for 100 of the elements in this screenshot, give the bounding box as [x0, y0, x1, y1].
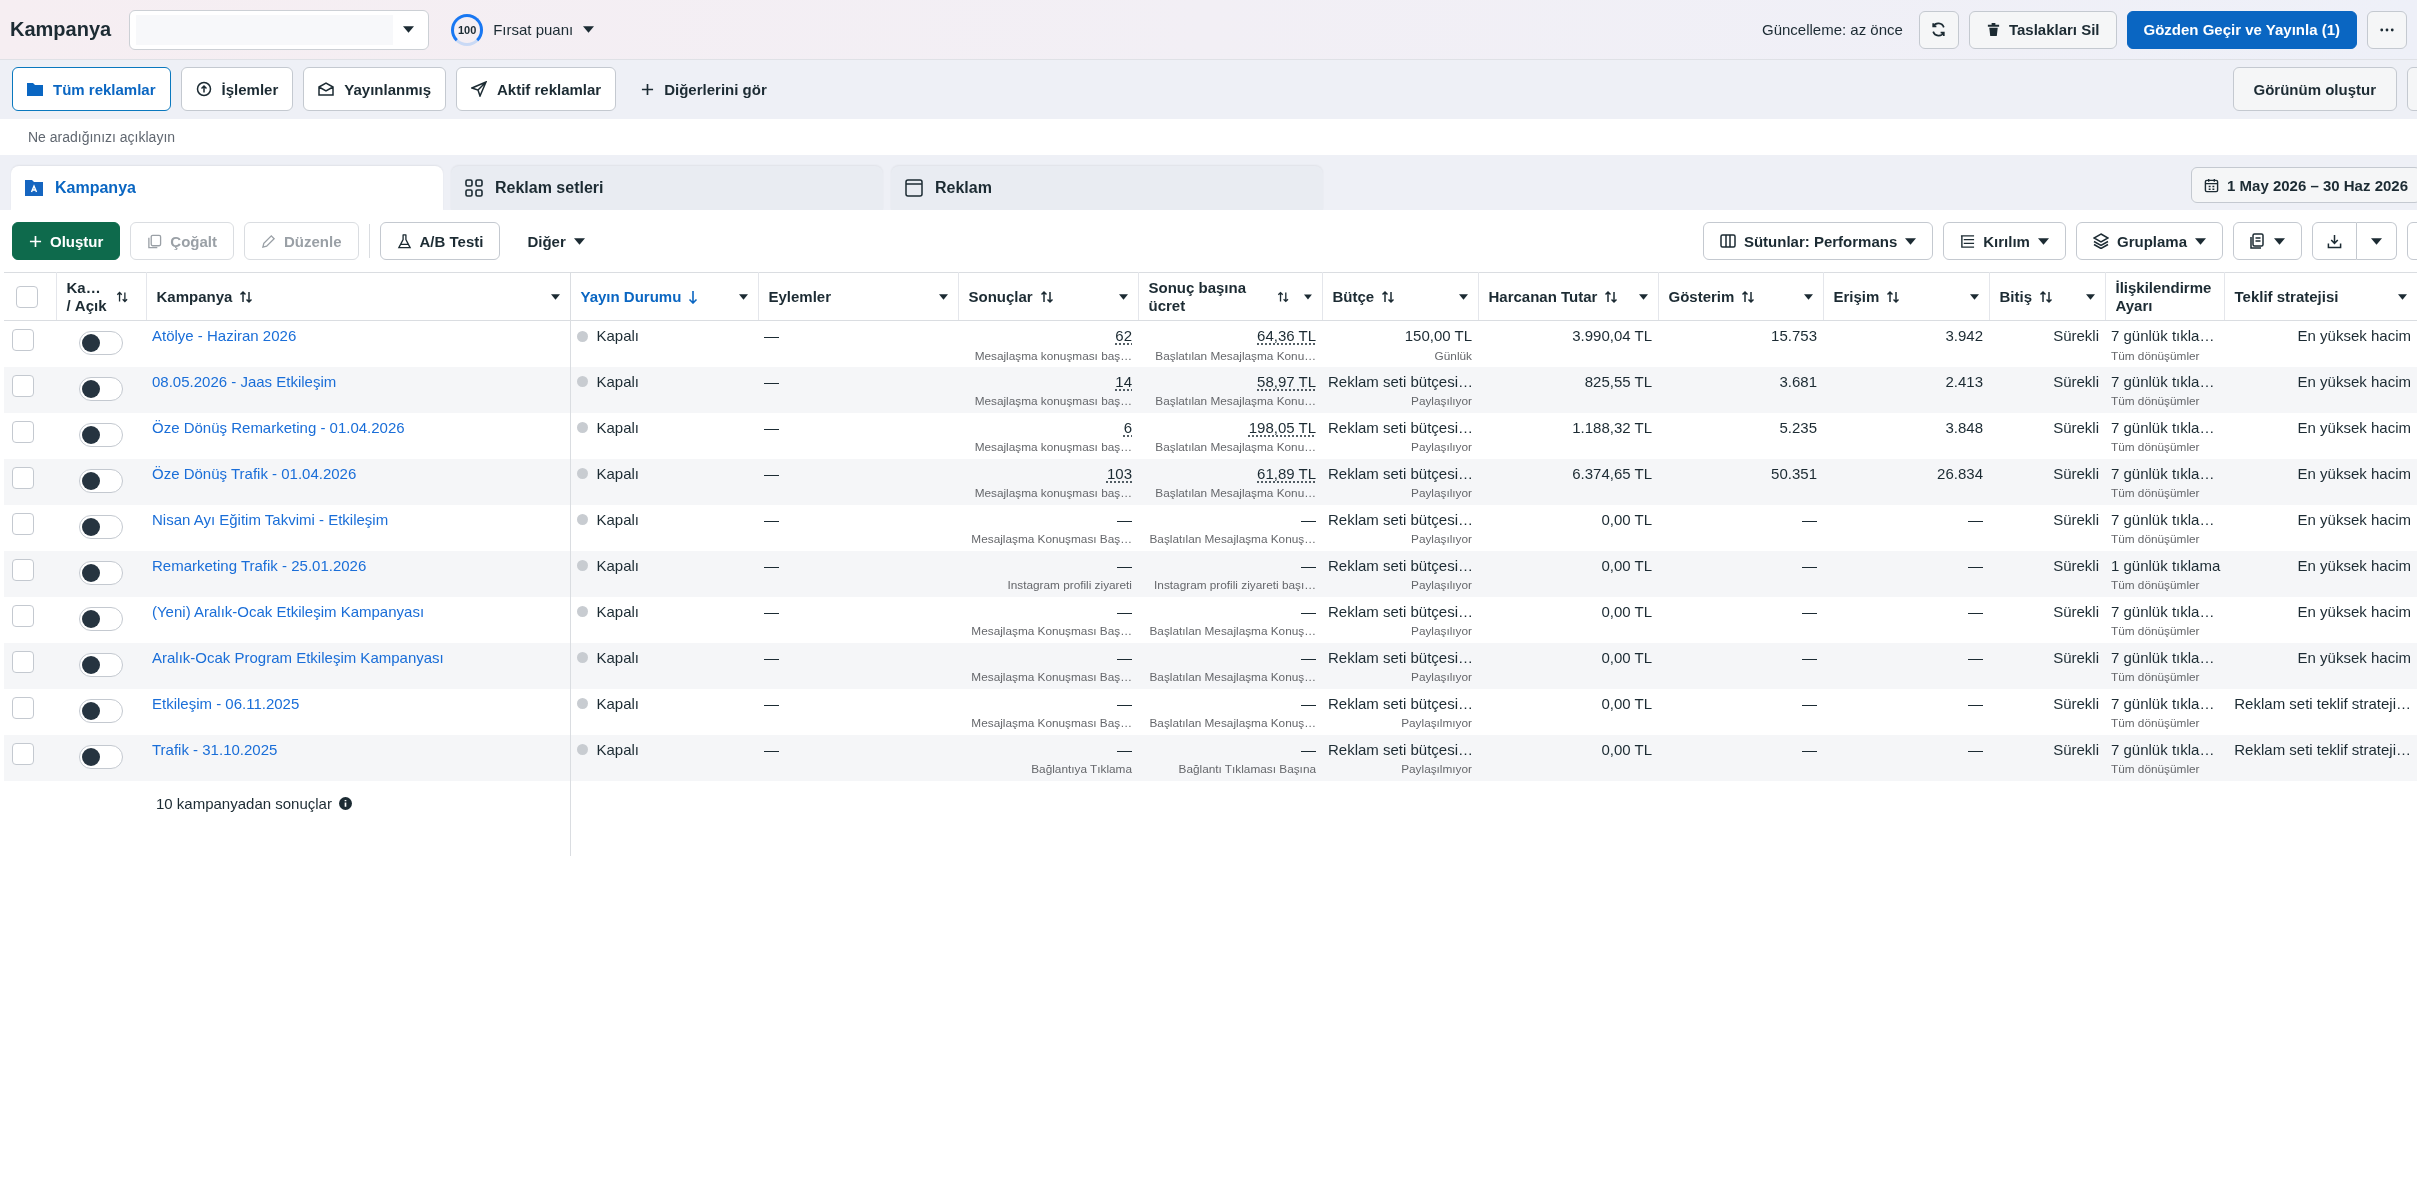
- toggle-switch[interactable]: [79, 422, 123, 447]
- level-tab[interactable]: Reklam: [891, 166, 1323, 210]
- download-button[interactable]: [2312, 222, 2357, 260]
- plus-icon: [29, 234, 42, 248]
- toggle-switch[interactable]: [79, 376, 123, 401]
- table-cell: 0,00 TL: [1601, 740, 1652, 758]
- more-filters-button[interactable]: Diğerlerini gör: [626, 67, 782, 111]
- campaign-link[interactable]: Öze Dönüş Trafik - 01.04.2026: [152, 464, 357, 482]
- column-header[interactable]: Gösterim: [1668, 287, 1735, 306]
- toggle-switch[interactable]: [79, 514, 123, 539]
- caret-icon[interactable]: [2085, 293, 2095, 300]
- report-button[interactable]: [2233, 222, 2302, 260]
- window-icon: [905, 179, 923, 197]
- row-checkbox[interactable]: [12, 329, 34, 351]
- sort-icon[interactable]: [116, 289, 129, 304]
- sort-icon[interactable]: [1277, 289, 1290, 304]
- caret-icon[interactable]: [1969, 293, 1979, 300]
- attribution-value: 1 günlük tıklama: [2111, 556, 2221, 574]
- view-control-button[interactable]: Gruplama: [2075, 222, 2223, 260]
- view-control-button[interactable]: Kırılım: [1943, 222, 2066, 260]
- toggle-switch[interactable]: [79, 652, 123, 677]
- publish-button[interactable]: Gözden Geçir ve Yayınla (1): [2126, 10, 2357, 49]
- caret-icon[interactable]: [583, 26, 595, 33]
- row-checkbox[interactable]: [12, 650, 34, 673]
- table-cell: —: [764, 648, 779, 666]
- select-all-checkbox[interactable]: [16, 285, 38, 308]
- sort-icon[interactable]: [1604, 289, 1619, 304]
- column-header[interactable]: Kampanya: [156, 287, 233, 306]
- row-checkbox[interactable]: [12, 374, 34, 397]
- campaign-link[interactable]: Atölye - Haziran 2026: [152, 327, 297, 344]
- sort-icon[interactable]: [1381, 289, 1396, 304]
- refresh-button[interactable]: [1918, 10, 1959, 49]
- caret-icon[interactable]: [2397, 293, 2407, 300]
- caret-icon[interactable]: [1638, 293, 1648, 300]
- delete-drafts-button[interactable]: Taslakları Sil: [1968, 10, 2117, 49]
- search-field[interactable]: Ne aradığınızı açıklayın: [0, 119, 2417, 155]
- level-tab[interactable]: Reklam setleri: [451, 166, 883, 210]
- toggle-switch[interactable]: [79, 331, 123, 355]
- create-view-button[interactable]: Görünüm oluştur: [2232, 67, 2397, 111]
- column-header[interactable]: Bütçe: [1332, 287, 1375, 306]
- caret-icon: [1905, 237, 1917, 245]
- campaign-icon: [25, 180, 43, 196]
- cell-note: Tüm dönüşümler: [2111, 532, 2200, 547]
- row-checkbox[interactable]: [12, 696, 34, 719]
- column-header[interactable]: Erişim: [1833, 287, 1880, 306]
- filter-chip[interactable]: Aktif reklamlar: [456, 67, 617, 111]
- view-control-button[interactable]: Sütunlar: Performans: [1702, 222, 1934, 260]
- campaign-link[interactable]: Nisan Ayı Eğitim Takvimi - Etkileşim: [152, 510, 389, 528]
- row-checkbox[interactable]: [12, 466, 34, 489]
- caret-icon[interactable]: [938, 293, 948, 300]
- cost-value: —: [1301, 510, 1316, 528]
- table-cell: Sürekli: [2053, 556, 2099, 574]
- sort-icon[interactable]: [239, 289, 254, 304]
- caret-icon[interactable]: [1803, 293, 1813, 300]
- sort-icon[interactable]: [1886, 289, 1901, 304]
- arrow-down-icon[interactable]: [688, 289, 699, 304]
- filter-chip[interactable]: İşlemler: [180, 67, 294, 111]
- row-checkbox[interactable]: [12, 420, 34, 443]
- score-label[interactable]: Fırsat puanı: [493, 21, 574, 38]
- campaign-link[interactable]: Etkileşim - 06.11.2025: [152, 694, 300, 712]
- column-header[interactable]: Eylemler: [768, 287, 832, 306]
- campaign-link[interactable]: Öze Dönüş Remarketing - 01.04.2026: [152, 418, 405, 436]
- row-checkbox[interactable]: [12, 512, 34, 535]
- campaign-link[interactable]: (Yeni) Aralık-Ocak Etkileşim Kampanyası: [152, 602, 425, 620]
- info-icon[interactable]: [338, 797, 352, 811]
- filter-chip[interactable]: Yayınlanmış: [303, 67, 446, 111]
- attribution-value: 7 günlük tıkla…: [2111, 418, 2215, 436]
- toggle-switch[interactable]: [79, 698, 123, 723]
- toggle-switch[interactable]: [79, 606, 123, 631]
- sort-icon[interactable]: [2039, 289, 2053, 304]
- budget-value: Reklam seti bütçesi…: [1328, 418, 1474, 436]
- toolbar-button[interactable]: A/B Testi: [379, 222, 501, 260]
- status-text: Kapalı: [596, 464, 640, 484]
- caret-icon[interactable]: [1303, 293, 1312, 300]
- toggle-switch[interactable]: [79, 560, 123, 585]
- cell-note: Mesajlaşma konuşması baş…: [974, 486, 1132, 501]
- column-header[interactable]: Bitiş: [1999, 287, 2032, 306]
- row-checkbox[interactable]: [12, 742, 34, 765]
- filter-chip[interactable]: Tüm reklamlar: [12, 67, 171, 111]
- row-checkbox[interactable]: [12, 604, 34, 627]
- caret-icon[interactable]: [1118, 293, 1128, 300]
- date-range-button[interactable]: 1 May 2026 – 30 Haz 2026: [2191, 167, 2417, 203]
- toggle-switch[interactable]: [79, 468, 123, 493]
- campaign-link[interactable]: 08.05.2026 - Jaas Etkileşim: [152, 372, 337, 390]
- campaign-link[interactable]: Trafik - 31.10.2025: [152, 740, 278, 758]
- level-tab[interactable]: Kampanya: [11, 166, 443, 210]
- sort-icon[interactable]: [1039, 289, 1054, 304]
- copy-icon: [147, 233, 163, 249]
- caret-icon[interactable]: [550, 293, 560, 300]
- column-header[interactable]: Sonuçlar: [968, 287, 1033, 306]
- download-menu-button[interactable]: [2357, 222, 2397, 260]
- row-checkbox[interactable]: [12, 558, 34, 581]
- attribution-value: 7 günlük tıkla…: [2111, 327, 2215, 344]
- sort-icon[interactable]: [1741, 289, 1756, 304]
- cell-note: Başlatılan Mesajlaşma Konu…: [1155, 348, 1316, 364]
- toggle-switch[interactable]: [79, 744, 123, 769]
- campaign-link[interactable]: Remarketing Trafik - 25.01.2026: [152, 556, 367, 574]
- caret-icon[interactable]: [738, 293, 748, 300]
- toolbar-button[interactable]: Oluştur: [12, 222, 121, 260]
- caret-icon[interactable]: [1458, 293, 1468, 300]
